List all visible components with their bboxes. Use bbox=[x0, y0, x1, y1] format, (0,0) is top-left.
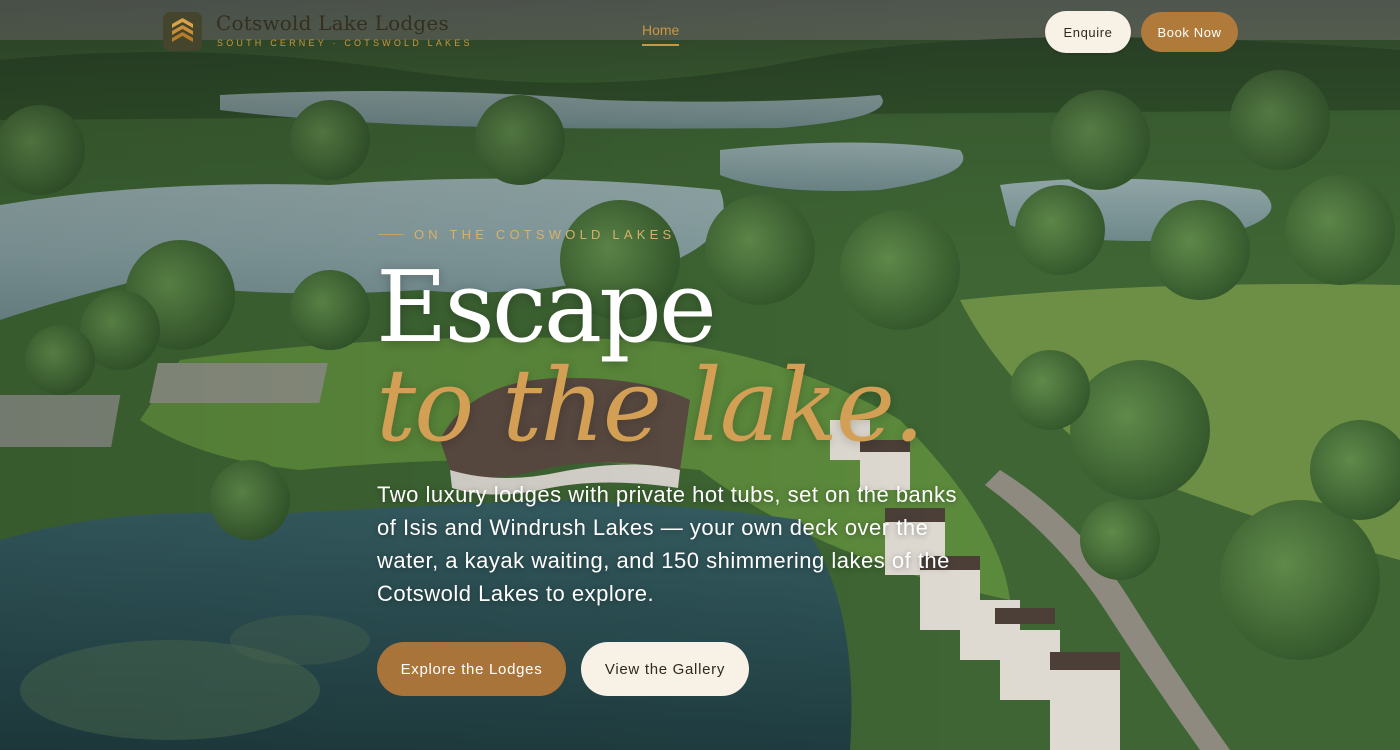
brand-name[interactable]: Cotswold Lake Lodges bbox=[216, 11, 449, 35]
book-now-button[interactable]: Book Now bbox=[1141, 12, 1238, 52]
view-gallery-button[interactable]: View the Gallery bbox=[581, 642, 749, 696]
main-nav: Home bbox=[642, 22, 680, 46]
nav-item-home[interactable]: Home bbox=[642, 22, 680, 46]
hero-eyebrow: ON THE COTSWOLD LAKES bbox=[414, 227, 676, 242]
hero-section: Cotswold Lake Lodges SOUTH CERNEY · COTS… bbox=[0, 0, 1400, 750]
hero-title-line-2: to the lake. bbox=[376, 347, 925, 464]
brand-tagline: SOUTH CERNEY · COTSWOLD LAKES bbox=[217, 38, 473, 48]
eyebrow-divider bbox=[378, 234, 404, 235]
explore-lodges-button[interactable]: Explore the Lodges bbox=[377, 642, 566, 696]
stacked-chevrons-logo-icon[interactable] bbox=[163, 12, 202, 51]
hero-description: Two luxury lodges with private hot tubs,… bbox=[377, 482, 958, 606]
site-header: Cotswold Lake Lodges SOUTH CERNEY · COTS… bbox=[0, 0, 1400, 64]
enquire-button[interactable]: Enquire bbox=[1045, 11, 1131, 53]
